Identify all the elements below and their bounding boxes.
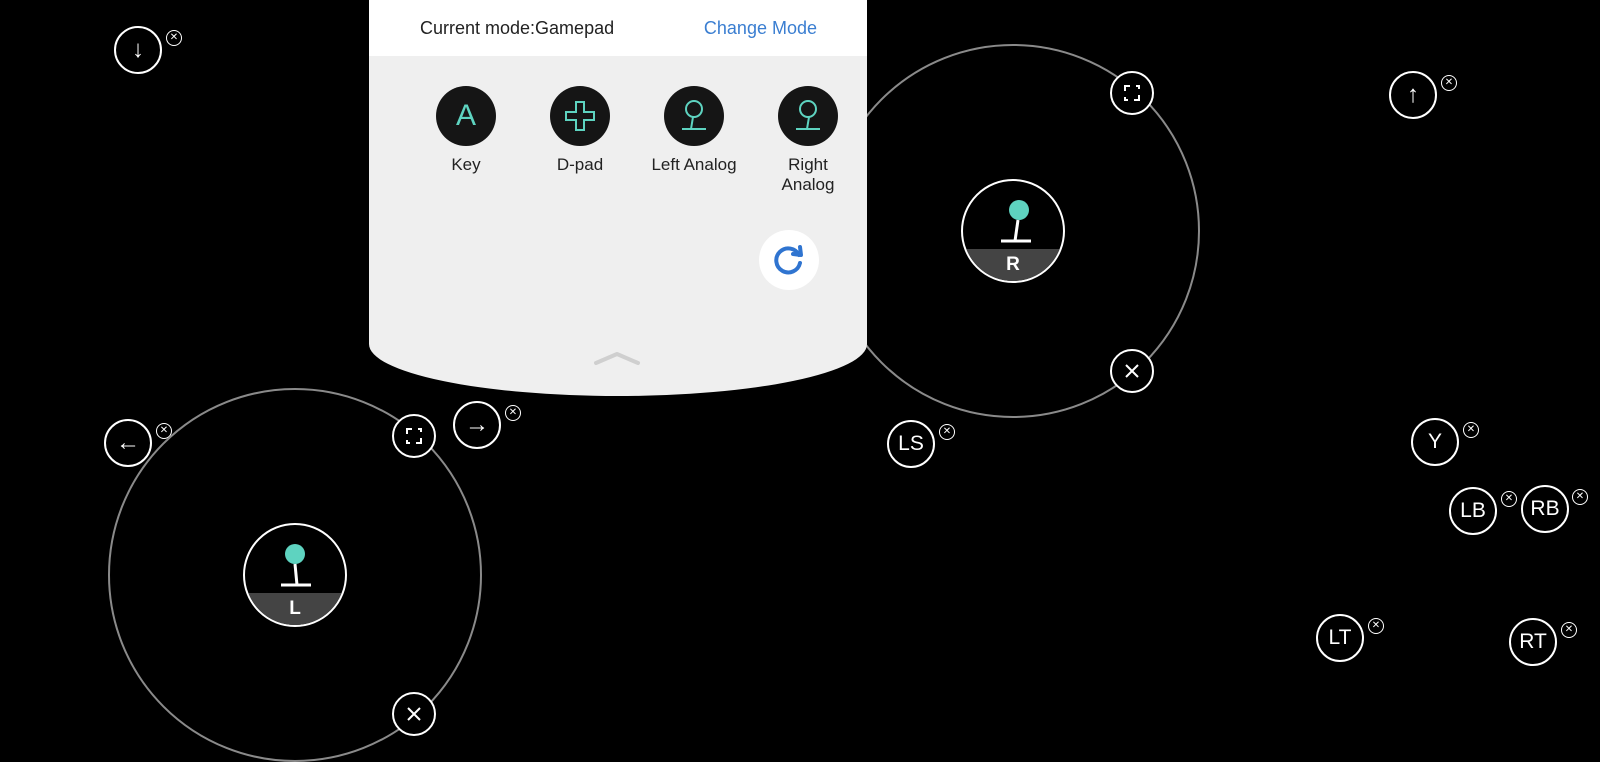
tool-label: D-pad (556, 155, 604, 174)
rb-button[interactable]: RB (1521, 485, 1569, 533)
tool-label: Left Analog (651, 155, 737, 174)
rt-label: RT (1519, 630, 1547, 653)
dpad-down-button[interactable]: ↓ (114, 26, 162, 74)
lb-label: LB (1460, 499, 1486, 522)
add-dpad-tool[interactable]: D-pad (525, 86, 635, 175)
remove-y-button[interactable]: ✕ (1463, 422, 1479, 438)
lt-button[interactable]: LT (1316, 614, 1364, 662)
right-stick-label: R (963, 249, 1063, 281)
left-analog-icon (664, 86, 724, 146)
joystick-icon (281, 544, 311, 587)
change-mode-link[interactable]: Change Mode (704, 18, 817, 39)
lt-label: LT (1328, 626, 1352, 649)
reset-layout-button[interactable] (759, 230, 819, 290)
right-analog-icon (778, 86, 838, 146)
dpad-icon (550, 86, 610, 146)
add-control-panel: Current mode:Gamepad Change Mode A Key D… (369, 0, 867, 396)
add-key-tool[interactable]: A Key (411, 86, 521, 175)
y-button[interactable]: Y (1411, 418, 1459, 466)
key-glyph: A (455, 99, 476, 132)
left-stick-label: L (245, 593, 345, 625)
rb-label: RB (1530, 497, 1560, 520)
lb-button[interactable]: LB (1449, 487, 1497, 535)
remove-ls-button[interactable]: ✕ (939, 424, 955, 440)
close-icon (1125, 364, 1139, 378)
remove-down-button[interactable]: ✕ (166, 30, 182, 46)
resize-left-analog-button[interactable] (392, 414, 436, 458)
remove-lt-button[interactable]: ✕ (1368, 618, 1384, 634)
resize-right-analog-button[interactable] (1110, 71, 1154, 115)
current-mode-label: Current mode:Gamepad (420, 18, 615, 38)
close-icon (407, 707, 421, 721)
remove-right-button[interactable]: ✕ (505, 405, 521, 421)
dpad-right-button[interactable]: → (453, 401, 501, 449)
arrow-up-icon: ↑ (1407, 81, 1419, 108)
tool-label: Key (451, 155, 481, 174)
add-left-analog-tool[interactable]: Left Analog (639, 86, 749, 175)
dpad-up-button[interactable]: ↑ (1389, 71, 1437, 119)
arrow-right-icon: → (465, 411, 489, 438)
chevron-up-icon[interactable] (593, 350, 641, 366)
remove-up-button[interactable]: ✕ (1441, 75, 1457, 91)
resize-icon (1124, 85, 1140, 101)
arrow-down-icon: ↓ (132, 36, 144, 63)
rt-button[interactable]: RT (1509, 618, 1557, 666)
ls-button[interactable]: LS (887, 420, 935, 468)
right-analog-stick[interactable]: R (961, 179, 1065, 283)
remove-right-analog-button[interactable] (1110, 349, 1154, 393)
key-a-icon: A (436, 86, 496, 146)
y-label: Y (1427, 430, 1442, 453)
joystick-icon (1001, 200, 1031, 243)
ls-label: LS (898, 432, 924, 455)
remove-lb-button[interactable]: ✕ (1501, 491, 1517, 507)
left-analog-stick[interactable]: L (243, 523, 347, 627)
remove-rt-button[interactable]: ✕ (1561, 622, 1577, 638)
refresh-icon (774, 245, 803, 275)
resize-icon (406, 428, 422, 444)
add-right-analog-tool[interactable]: Right Analog (753, 86, 863, 195)
remove-left-analog-button[interactable] (392, 692, 436, 736)
tool-label: Right Analog (781, 155, 835, 194)
remove-rb-button[interactable]: ✕ (1572, 489, 1588, 505)
dpad-left-button[interactable]: ← (104, 419, 152, 467)
panel-header: Current mode:Gamepad Change Mode (369, 0, 867, 56)
arrow-left-icon: ← (116, 429, 140, 456)
